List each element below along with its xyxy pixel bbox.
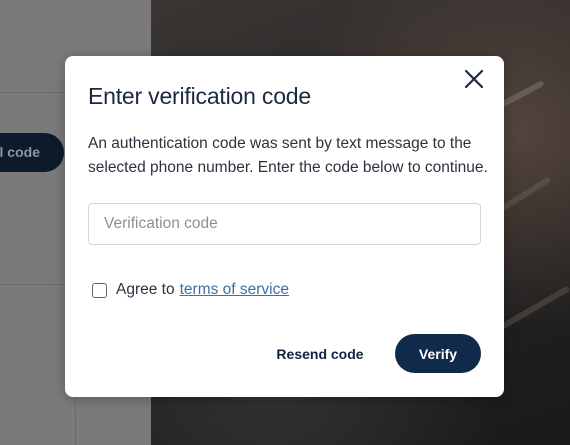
agree-terms-row: Agree to terms of service (92, 280, 289, 300)
close-button[interactable] (462, 69, 486, 93)
close-icon (464, 69, 484, 94)
agree-terms-label: Agree to (116, 281, 175, 298)
dialog-title: Enter verification code (88, 83, 311, 109)
dialog-message: An authentication code was sent by text … (88, 135, 488, 176)
screen: l code Enter verification code An authen… (0, 0, 570, 445)
verification-dialog: Enter verification code An authenticatio… (65, 56, 504, 397)
agree-terms-checkbox[interactable] (92, 282, 107, 298)
verify-button[interactable]: Verify (395, 334, 481, 373)
background-send-code-button: l code (0, 133, 64, 172)
verification-code-input[interactable] (88, 203, 481, 245)
resend-code-button[interactable]: Resend code (268, 334, 372, 373)
terms-of-service-link[interactable]: terms of service (180, 281, 289, 299)
